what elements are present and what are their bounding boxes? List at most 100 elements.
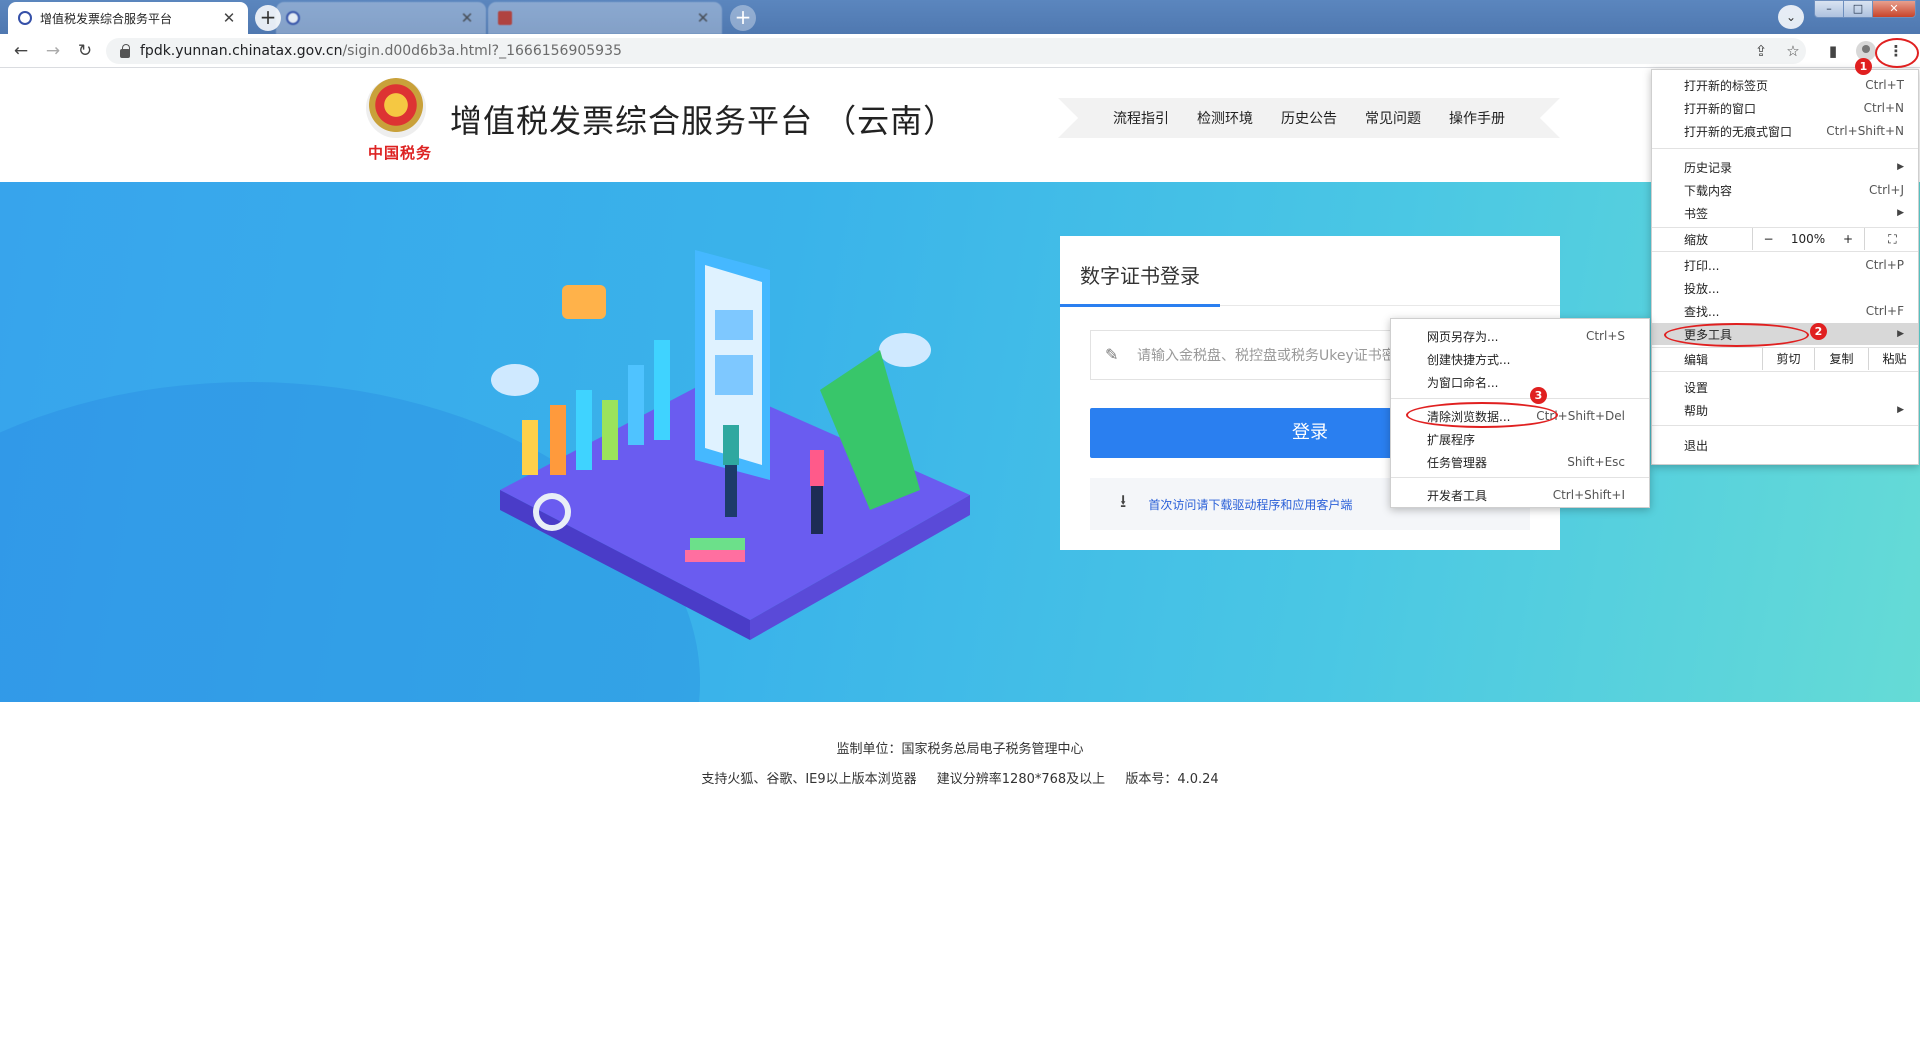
nav-check-environment[interactable]: 检测环境 (1197, 108, 1253, 128)
submenu-task-manager[interactable]: 任务管理器 Shift+Esc (1391, 451, 1649, 473)
zoom-level: 100% (1790, 232, 1826, 246)
nav-process-guide[interactable]: 流程指引 (1113, 108, 1169, 128)
nav-history-notices[interactable]: 历史公告 (1281, 108, 1337, 128)
menu-new-incognito[interactable]: 打开新的无痕式窗口 Ctrl+Shift+N (1652, 120, 1918, 142)
menu-shortcut: Ctrl+F (1865, 304, 1904, 318)
illus-phone-video (715, 355, 753, 395)
menu-label: 创建快捷方式... (1427, 352, 1511, 367)
address-bar[interactable]: fpdk.yunnan.chinatax.gov.cn/sigin.d00d6b… (106, 38, 1806, 64)
illus-chat-bubble (562, 285, 606, 319)
lock-icon[interactable] (120, 43, 130, 58)
login-divider (1220, 305, 1560, 306)
browser-tab-bar: 增值税发票综合服务平台 ✕ + ✕ ✕ + ⌄ – □ ✕ (0, 0, 1920, 34)
illus-phone-card (715, 310, 753, 340)
nav-manual[interactable]: 操作手册 (1449, 108, 1505, 128)
close-tab-icon[interactable]: ✕ (220, 9, 238, 27)
minimize-window-button[interactable]: – (1814, 0, 1844, 18)
top-nav: 流程指引 检测环境 历史公告 常见问题 操作手册 (1058, 98, 1560, 138)
maximize-window-button[interactable]: □ (1843, 0, 1873, 18)
submenu-create-shortcut[interactable]: 创建快捷方式... (1391, 348, 1649, 370)
menu-label: 查找... (1684, 304, 1720, 319)
illus-bar-6 (654, 340, 670, 440)
illus-bar-3 (576, 390, 592, 470)
site-footer: 监制单位：国家税务总局电子税务管理中心 支持火狐、谷歌、IE9以上版本浏览器 建… (0, 702, 1920, 1040)
menu-shortcut: Shift+Esc (1567, 455, 1625, 469)
edit-cut-button[interactable]: 剪切 (1762, 348, 1814, 370)
menu-separator (1652, 148, 1918, 149)
login-tab-indicator (1060, 304, 1220, 307)
submenu-arrow-icon: ▶ (1897, 162, 1904, 172)
menu-downloads[interactable]: 下载内容 Ctrl+J (1652, 179, 1918, 201)
menu-label: 扩展程序 (1427, 432, 1476, 447)
menu-exit[interactable]: 退出 (1652, 434, 1918, 456)
submenu-dev-tools[interactable]: 开发者工具 Ctrl+Shift+I (1391, 484, 1649, 506)
zoom-in-button[interactable]: + (1832, 228, 1864, 250)
menu-help[interactable]: 帮助 ▶ (1652, 399, 1918, 421)
back-button[interactable]: ← (9, 40, 33, 62)
isometric-illustration (491, 250, 970, 640)
footer-supervisor: 监制单位：国家税务总局电子税务管理中心 (836, 742, 1084, 757)
share-icon[interactable]: ⇪ (1750, 41, 1772, 61)
illus-bar-5 (628, 365, 644, 445)
illus-bar-1 (522, 420, 538, 475)
tab-title: 增值税发票综合服务平台 (40, 11, 173, 26)
edit-copy-button[interactable]: 复制 (1814, 348, 1868, 370)
menu-label: 打印... (1684, 258, 1720, 273)
tab-inactive-2[interactable]: ✕ (488, 2, 722, 34)
annotation-ring-menu (1875, 38, 1919, 68)
tab-tax-platform[interactable]: 增值税发票综合服务平台 ✕ (8, 2, 248, 34)
illus-cloud-left (491, 364, 539, 396)
illus-book-1 (685, 550, 745, 562)
annotation-step-3: 3 (1530, 387, 1547, 404)
menu-settings[interactable]: 设置 (1652, 376, 1918, 398)
submenu-save-page[interactable]: 网页另存为... Ctrl+S (1391, 325, 1649, 347)
emblem-caption: 中国税务 (368, 144, 433, 162)
menu-label: 任务管理器 (1427, 455, 1488, 470)
menu-bookmarks[interactable]: 书签 ▶ (1652, 202, 1918, 224)
footer-version: 版本号：4.0.24 (1125, 772, 1219, 787)
menu-print[interactable]: 打印... Ctrl+P (1652, 254, 1918, 276)
menu-new-window[interactable]: 打开新的窗口 Ctrl+N (1652, 97, 1918, 119)
menu-separator (1391, 398, 1649, 399)
zoom-out-button[interactable]: − (1752, 228, 1784, 250)
menu-shortcut: Ctrl+J (1869, 183, 1904, 197)
submenu-arrow-icon: ▶ (1897, 405, 1904, 415)
menu-edit-row: 编辑 剪切 复制 粘贴 (1652, 348, 1918, 370)
close-tab-icon[interactable]: ✕ (694, 9, 712, 27)
new-tab-ghost-button[interactable]: + (730, 5, 756, 31)
tab-inactive-1[interactable]: ✕ (276, 2, 486, 34)
side-panel-icon[interactable]: ▮ (1822, 41, 1844, 61)
close-tab-icon[interactable]: ✕ (458, 9, 476, 27)
menu-label: 开发者工具 (1427, 488, 1488, 503)
footer-info: 支持火狐、谷歌、IE9以上版本浏览器 建议分辨率1280*768及以上 版本号：… (0, 768, 1920, 787)
submenu-name-window[interactable]: 为窗口命名... (1391, 371, 1649, 393)
menu-new-tab[interactable]: 打开新的标签页 Ctrl+T (1652, 74, 1918, 96)
fullscreen-icon[interactable]: ⛶ (1864, 228, 1920, 250)
menu-label: 历史记录 (1684, 160, 1733, 175)
download-driver-link[interactable]: 首次访问请下载驱动程序和应用客户端 (1148, 496, 1352, 513)
forward-button[interactable]: → (41, 40, 65, 62)
tab-search-button[interactable]: ⌄ (1778, 5, 1804, 29)
menu-label: 退出 (1684, 438, 1709, 453)
menu-find[interactable]: 查找... Ctrl+F (1652, 300, 1918, 322)
illus-person-right (810, 450, 824, 486)
download-icon[interactable]: ⭳ (1120, 489, 1126, 519)
annotation-step-1: 1 (1855, 58, 1872, 75)
menu-label: 网页另存为... (1427, 329, 1499, 344)
footer-resolution: 建议分辨率1280*768及以上 (936, 772, 1106, 787)
menu-label: 打开新的标签页 (1684, 78, 1769, 93)
site-favicon-icon (18, 11, 32, 25)
edit-paste-button[interactable]: 粘贴 (1868, 348, 1920, 370)
menu-history[interactable]: 历史记录 ▶ (1652, 156, 1918, 178)
bookmark-star-icon[interactable]: ☆ (1782, 41, 1804, 61)
menu-cast[interactable]: 投放... (1652, 277, 1918, 299)
submenu-extensions[interactable]: 扩展程序 (1391, 428, 1649, 450)
nav-faq[interactable]: 常见问题 (1365, 108, 1421, 128)
reload-button[interactable]: ↻ (73, 40, 97, 62)
login-tab-digital-cert[interactable]: 数字证书登录 (1080, 260, 1200, 289)
illus-person-left (723, 425, 739, 465)
close-window-button[interactable]: ✕ (1872, 0, 1916, 18)
site-title: 增值税发票综合服务平台 （云南） (450, 102, 957, 140)
menu-shortcut: Ctrl+N (1863, 101, 1904, 115)
menu-shortcut: Ctrl+P (1865, 258, 1904, 272)
